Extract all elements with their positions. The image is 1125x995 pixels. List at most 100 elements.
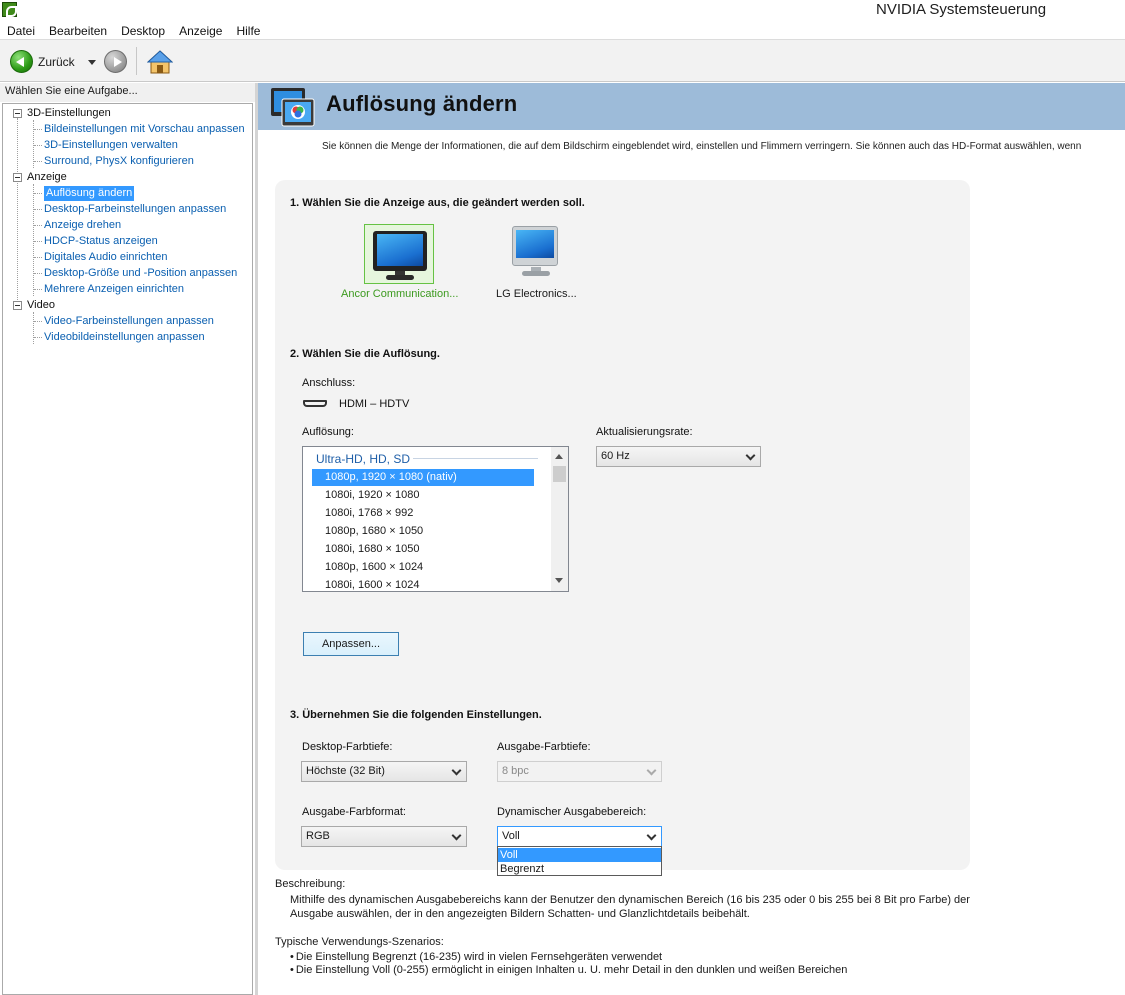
hdmi-connector-icon <box>303 400 327 407</box>
color-format-label: Ausgabe-Farbformat: <box>302 806 406 818</box>
menu-desktop[interactable]: Desktop <box>114 24 172 38</box>
resolution-scrollbar[interactable] <box>551 447 568 591</box>
home-icon[interactable] <box>147 49 173 75</box>
display-ancor[interactable] <box>364 224 434 284</box>
menu-bearbeiten[interactable]: Bearbeiten <box>42 24 114 38</box>
menu-hilfe[interactable]: Hilfe <box>229 24 267 38</box>
dynamic-range-dropdown[interactable]: Voll Begrenzt <box>497 846 662 876</box>
window-title: NVIDIA Systemsteuerung <box>876 1 1047 18</box>
monitor-icon <box>512 226 558 276</box>
chevron-down-icon <box>646 830 657 841</box>
page-title: Auflösung ändern <box>326 91 518 116</box>
scroll-thumb[interactable] <box>553 466 566 482</box>
tree-item-mehrere-anzeigen[interactable]: Mehrere Anzeigen einrichten <box>44 282 184 297</box>
tree-item-desktop-groesse[interactable]: Desktop-Größe und -Position anpassen <box>44 266 237 281</box>
tree-item-hdcp-status[interactable]: HDCP-Status anzeigen <box>44 234 158 249</box>
section-2-title: 2. Wählen Sie die Auflösung. <box>290 348 440 360</box>
resolution-option[interactable]: 1080p, 1680 × 1050 <box>312 523 534 540</box>
resolution-option[interactable]: 1080p, 1920 × 1080 (nativ) <box>312 469 534 486</box>
chevron-down-icon <box>451 830 462 841</box>
tree-line <box>34 273 42 274</box>
dynamic-range-select[interactable]: Voll <box>497 826 662 847</box>
display-ancor-label[interactable]: Ancor Communication... <box>341 288 458 300</box>
tree-line <box>34 337 42 338</box>
tree-group-anzeige[interactable]: Anzeige <box>27 170 67 185</box>
usage-title: Typische Verwendungs-Szenarios: <box>275 936 444 948</box>
resolution-option[interactable]: 1080i, 1600 × 1024 <box>312 577 534 591</box>
title-bar: NVIDIA Systemsteuerung <box>0 0 1125 22</box>
collapse-anzeige-toggle-icon[interactable] <box>13 173 22 182</box>
tree-item-aufloesung-aendern[interactable]: Auflösung ändern <box>44 186 135 201</box>
tree-group-3d[interactable]: 3D-Einstellungen <box>27 106 111 121</box>
menu-datei[interactable]: Datei <box>0 24 42 38</box>
tree-line <box>34 209 42 210</box>
desktop-depth-select[interactable]: Höchste (32 Bit) <box>301 761 467 782</box>
collapse-video-toggle-icon[interactable] <box>13 301 22 310</box>
usage-bullet: Die Einstellung Begrenzt (16-235) wird i… <box>290 951 662 963</box>
tree-line <box>33 184 34 296</box>
resolution-label: Auflösung: <box>302 426 354 438</box>
tree-line <box>34 257 42 258</box>
dynamic-range-option-begrenzt[interactable]: Begrenzt <box>498 862 661 876</box>
panel-splitter[interactable] <box>255 83 258 995</box>
refresh-rate-select[interactable]: 60 Hz <box>596 446 761 467</box>
tree-line <box>34 161 42 162</box>
scroll-down-icon[interactable] <box>555 578 563 583</box>
tree-item-bildeinstellungen[interactable]: Bildeinstellungen mit Vorschau anpassen <box>44 122 245 137</box>
section-1-title: 1. Wählen Sie die Anzeige aus, die geänd… <box>290 197 585 209</box>
color-format-value: RGB <box>306 830 330 842</box>
tree-item-video-farbeinstellungen[interactable]: Video-Farbeinstellungen anpassen <box>44 314 214 329</box>
dynamic-range-option-voll[interactable]: Voll <box>498 848 661 862</box>
chevron-down-icon <box>451 765 462 776</box>
tree-line <box>34 145 42 146</box>
resolution-listbox[interactable]: Ultra-HD, HD, SD 1080p, 1920 × 1080 (nat… <box>302 446 569 592</box>
section-3-title: 3. Übernehmen Sie die folgenden Einstell… <box>290 709 542 721</box>
output-depth-label: Ausgabe-Farbtiefe: <box>497 741 591 753</box>
chevron-down-icon <box>646 765 657 776</box>
description-title: Beschreibung: <box>275 878 346 890</box>
resolution-option[interactable]: 1080i, 1768 × 992 <box>312 505 534 522</box>
desktop-depth-label: Desktop-Farbtiefe: <box>302 741 393 753</box>
tree-line <box>34 321 42 322</box>
scroll-up-icon[interactable] <box>555 454 563 459</box>
tree-group-video[interactable]: Video <box>27 298 55 313</box>
resolution-option[interactable]: 1080i, 1920 × 1080 <box>312 487 534 504</box>
resolution-group-header: Ultra-HD, HD, SD <box>316 452 411 466</box>
tree-line <box>17 118 18 308</box>
tree-line <box>34 129 42 130</box>
tree-line <box>34 241 42 242</box>
tree-item-3d-verwalten[interactable]: 3D-Einstellungen verwalten <box>44 138 178 153</box>
resolution-option[interactable]: 1080i, 1680 × 1050 <box>312 541 534 558</box>
tree-item-surround-physx[interactable]: Surround, PhysX konfigurieren <box>44 154 194 169</box>
customize-button[interactable]: Anpassen... <box>303 632 399 656</box>
connector-label: Anschluss: <box>302 377 356 389</box>
tree-item-anzeige-drehen[interactable]: Anzeige drehen <box>44 218 121 233</box>
collapse-3d-toggle-icon[interactable] <box>13 109 22 118</box>
tree-item-videobildeinstellungen[interactable]: Videobildeinstellungen anpassen <box>44 330 205 345</box>
chevron-down-icon <box>745 450 756 461</box>
tree-item-digitales-audio[interactable]: Digitales Audio einrichten <box>44 250 168 265</box>
tree-line <box>33 312 34 344</box>
tree-line <box>34 225 42 226</box>
refresh-rate-label: Aktualisierungsrate: <box>596 426 693 438</box>
monitor-icon <box>373 231 427 280</box>
back-history-dropdown-icon[interactable] <box>88 60 96 65</box>
menu-bar: Datei Bearbeiten Desktop Anzeige Hilfe <box>0 22 1125 40</box>
task-panel-header: Wählen Sie eine Aufgabe... <box>0 83 255 102</box>
resolution-option[interactable]: 1080p, 1600 × 1024 <box>312 559 534 576</box>
display-lg-label[interactable]: LG Electronics... <box>496 288 577 300</box>
tree-line <box>34 289 42 290</box>
nvidia-app-icon <box>2 2 17 17</box>
back-arrow-icon[interactable] <box>10 50 33 73</box>
forward-arrow-icon[interactable] <box>104 50 127 73</box>
back-button-label[interactable]: Zurück <box>38 55 75 69</box>
tree-line <box>34 193 42 194</box>
group-separator <box>413 458 538 459</box>
output-depth-value: 8 bpc <box>502 765 529 777</box>
tree-item-desktop-farbeinstellungen[interactable]: Desktop-Farbeinstellungen anpassen <box>44 202 226 217</box>
description-text: Mithilfe des dynamischen Ausgabebereichs… <box>290 894 970 920</box>
color-format-select[interactable]: RGB <box>301 826 467 847</box>
connector-value: HDMI – HDTV <box>339 398 410 410</box>
menu-anzeige[interactable]: Anzeige <box>172 24 229 38</box>
display-lg[interactable] <box>500 224 570 284</box>
